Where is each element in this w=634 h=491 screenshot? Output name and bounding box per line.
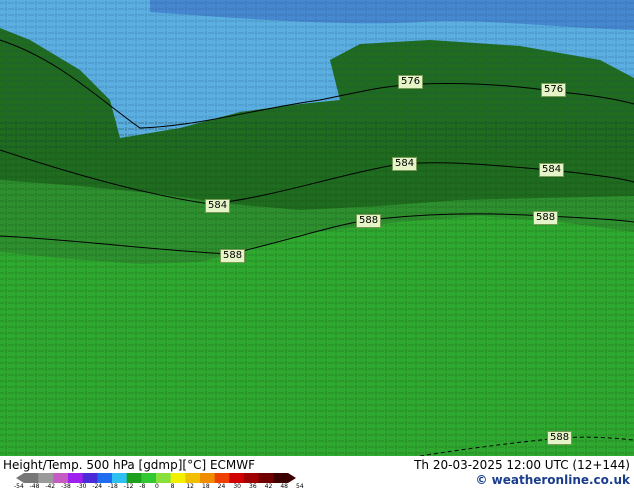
map-footer: Height/Temp. 500 hPa [gdmp][°C] ECMWF Th… — [0, 456, 634, 490]
color-scale-tick: -18 — [108, 483, 118, 490]
contour-label-588-west: 588 — [220, 249, 246, 263]
contour-label-576-east: 576 — [541, 83, 567, 97]
color-scale-segment — [38, 473, 54, 483]
color-scale-bar — [16, 473, 296, 483]
color-scale-tick: -12 — [123, 483, 134, 490]
color-scale-tick: -42 — [45, 483, 56, 490]
contour-label-584-center: 584 — [392, 157, 418, 171]
map-title: Height/Temp. 500 hPa [gdmp][°C] ECMWF — [3, 458, 256, 472]
color-scale-tick: 0 — [155, 483, 159, 490]
color-scale-tick: -54 — [14, 483, 24, 490]
color-scale-tick: -38 — [61, 483, 71, 490]
color-scale-tick: 18 — [202, 483, 210, 490]
contour-label-576-north: 576 — [398, 75, 424, 89]
color-scale-tick: -24 — [92, 483, 103, 490]
color-scale-tick: 36 — [249, 483, 257, 490]
credit-link[interactable]: © weatheronline.co.uk — [475, 473, 630, 487]
color-scale-segment — [68, 473, 84, 483]
color-scale-tick: 12 — [186, 483, 194, 490]
color-scale-segment — [214, 473, 230, 483]
color-scale-tick: 54 — [296, 483, 304, 490]
color-scale-segment — [141, 473, 157, 483]
color-scale-segment — [112, 473, 128, 483]
color-scale-segment — [273, 473, 296, 483]
color-scale-segment — [97, 473, 113, 483]
color-scale-tick: -48 — [29, 483, 40, 490]
color-scale-segment — [244, 473, 260, 483]
color-scale-tick: 24 — [217, 483, 226, 490]
color-scale-segment — [229, 473, 245, 483]
contour-label-584-east: 584 — [539, 163, 565, 177]
contour-label-588-center: 588 — [356, 214, 382, 228]
color-scale-segment — [185, 473, 201, 483]
color-scale-segment — [258, 473, 274, 483]
color-scale-tick: 30 — [233, 483, 241, 490]
forecast-datetime: Th 20-03-2025 12:00 UTC (12+144) — [414, 458, 630, 472]
color-scale-segment — [82, 473, 98, 483]
contour-label-584-west: 584 — [205, 199, 231, 213]
map-canvas — [0, 0, 634, 456]
color-scale-segment — [16, 473, 39, 483]
color-scale-tick: -8 — [139, 483, 146, 490]
color-scale-tick: 48 — [280, 483, 288, 490]
contour-label-588-south: 588 — [547, 431, 573, 445]
color-scale-segment — [53, 473, 69, 483]
contour-label-588-east: 588 — [533, 211, 559, 225]
color-scale-segment — [126, 473, 142, 483]
color-scale-segment — [156, 473, 172, 483]
color-scale-segment — [200, 473, 216, 483]
color-scale-segment — [170, 473, 186, 483]
color-scale-tick: -30 — [76, 483, 87, 490]
color-scale-tick: 42 — [264, 483, 273, 490]
weather-map: 576 576 584 584 584 588 588 588 588 — [0, 0, 634, 456]
color-scale-tick: 8 — [170, 483, 175, 490]
